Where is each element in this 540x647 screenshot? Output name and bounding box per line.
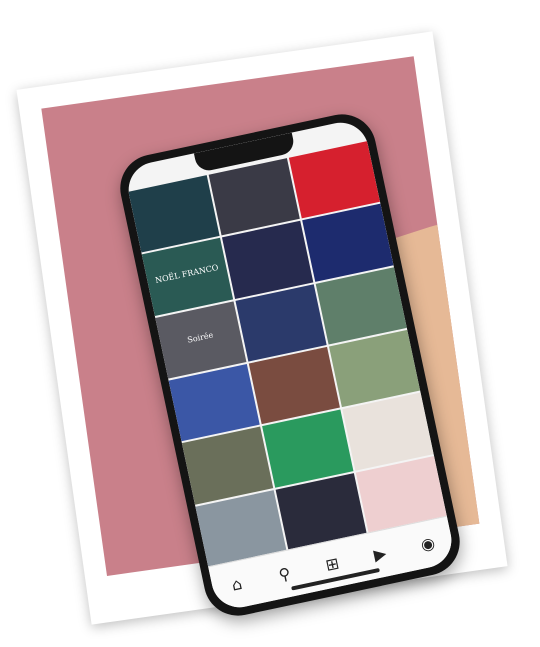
post-tile-text: NOËL FRANCO <box>154 263 220 286</box>
home-icon[interactable]: ⌂ <box>225 573 249 597</box>
nail <box>451 273 478 303</box>
create-icon[interactable]: ⊞ <box>321 553 345 577</box>
reels-icon[interactable]: ▶ <box>368 543 392 567</box>
post-tile-text: Soirée <box>186 330 214 345</box>
search-icon[interactable]: ⚲ <box>273 563 297 587</box>
profile-icon[interactable]: ◉ <box>416 532 440 556</box>
